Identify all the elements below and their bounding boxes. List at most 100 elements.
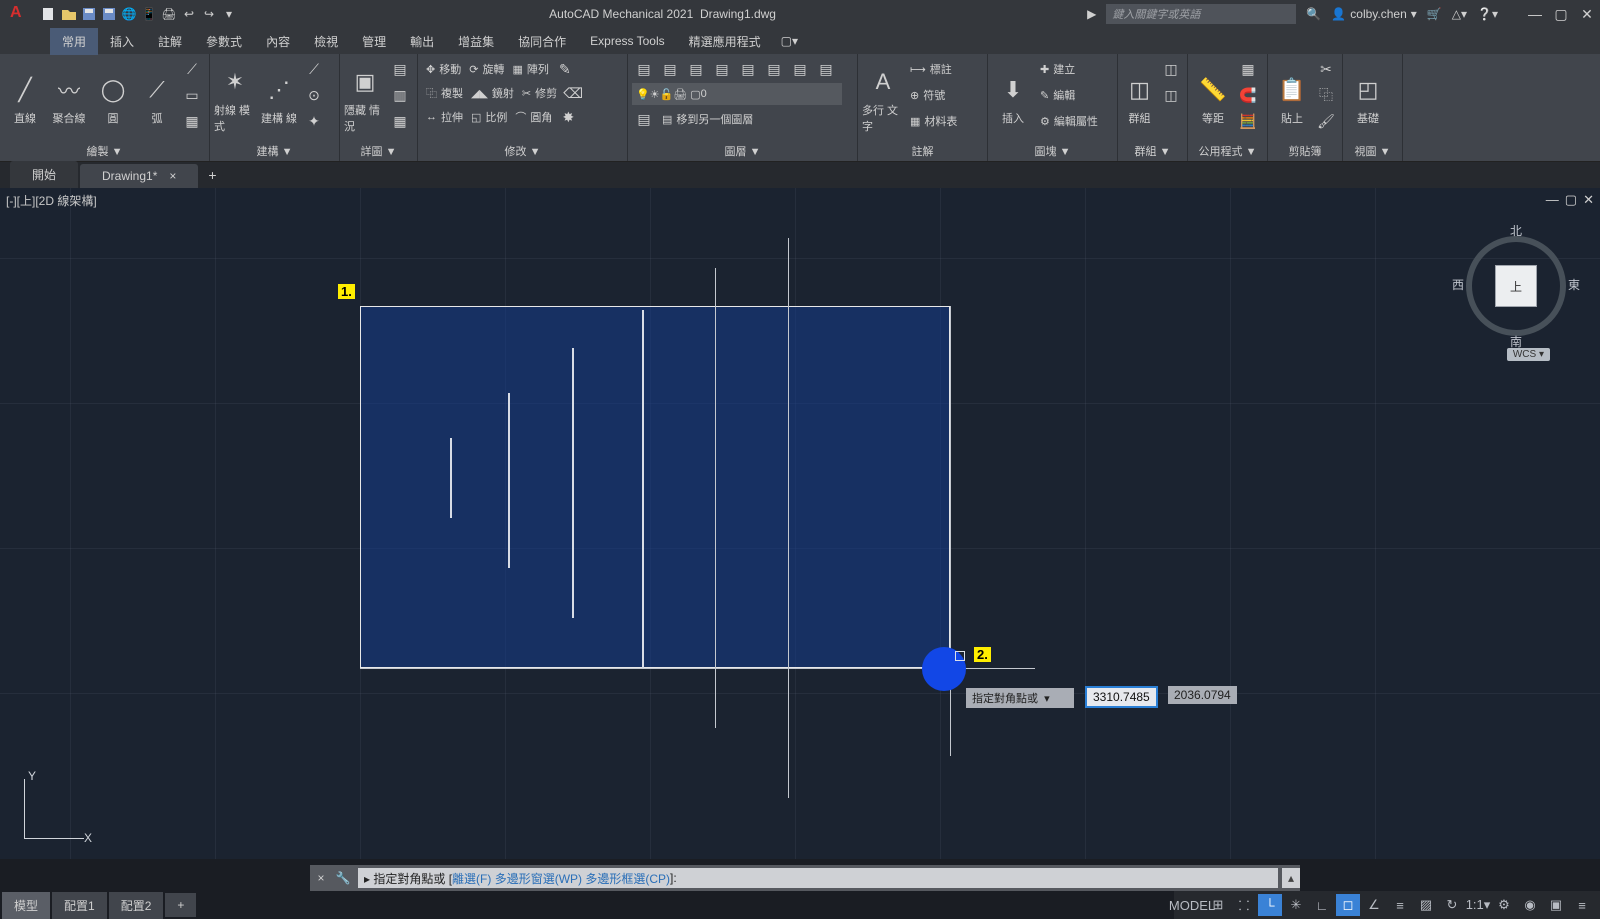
cmdline-close-icon[interactable]: ×: [310, 871, 332, 885]
view-max-icon[interactable]: ▢: [1565, 192, 1577, 208]
tab-model[interactable]: 模型: [2, 892, 50, 919]
ortho-icon[interactable]: └: [1258, 894, 1282, 916]
scale-button[interactable]: ◱ 比例: [467, 105, 511, 129]
panel-title-view[interactable]: 視圖 ▼: [1347, 143, 1398, 161]
panel-title-annotate[interactable]: 註解: [862, 143, 983, 161]
tab-featured[interactable]: 精選應用程式: [677, 28, 773, 55]
layer2-icon[interactable]: ▤: [658, 57, 682, 81]
viewcube-west[interactable]: 西: [1452, 276, 1464, 293]
rect-icon[interactable]: ▭: [180, 83, 204, 107]
cpoint-icon[interactable]: ⟋: [302, 57, 326, 81]
minimize-icon[interactable]: —: [1526, 6, 1544, 23]
ray-button[interactable]: ✶射線 模式: [214, 57, 256, 139]
paste-button[interactable]: 📋貼上: [1272, 57, 1312, 139]
ccircle-icon[interactable]: ⊙: [302, 83, 326, 107]
tab-insert[interactable]: 插入: [98, 28, 146, 55]
save-icon[interactable]: [80, 5, 98, 23]
tab-view[interactable]: 檢視: [302, 28, 350, 55]
util1-icon[interactable]: ▦: [1236, 57, 1260, 81]
drawing-canvas[interactable]: [-][上][2D 線架構] — ▢ ✕ 1. 2. 指定對角點或 ▾ 3310…: [0, 188, 1600, 859]
cmdline-expand-icon[interactable]: ▴: [1282, 868, 1300, 888]
panel-title-layer[interactable]: 圖層 ▼: [632, 143, 853, 161]
rotate-button[interactable]: ⟳ 旋轉: [465, 57, 508, 81]
share-indicator[interactable]: ▶: [1087, 7, 1096, 21]
layer7-icon[interactable]: ▤: [788, 57, 812, 81]
copy-button[interactable]: ⿻ 複製: [422, 81, 467, 105]
panel-title-modify[interactable]: 修改 ▼: [422, 143, 623, 161]
hatch-icon[interactable]: ▦: [180, 109, 204, 133]
coord-y-input[interactable]: 2036.0794: [1168, 686, 1237, 704]
moveto-layer-button[interactable]: ▤ 移到另一個圖層: [658, 107, 757, 131]
layer1-icon[interactable]: ▤: [632, 57, 656, 81]
edit-button[interactable]: ✎ 編輯: [1036, 83, 1106, 107]
view-min-icon[interactable]: —: [1546, 192, 1559, 208]
panel-title-detail[interactable]: 詳圖 ▼: [344, 143, 413, 161]
insert-button[interactable]: ⬇插入: [992, 57, 1034, 139]
panel-title-draw[interactable]: 繪製 ▼: [4, 143, 205, 161]
cut-icon[interactable]: ✂: [1314, 57, 1338, 81]
move-button[interactable]: ✥ 移動: [422, 57, 465, 81]
layer6-icon[interactable]: ▤: [762, 57, 786, 81]
user-icon[interactable]: 👤 colby.chen ▾: [1331, 7, 1416, 21]
layer5-icon[interactable]: ▤: [736, 57, 760, 81]
search-icon[interactable]: 🔍: [1306, 7, 1321, 21]
lwt-icon[interactable]: ≡: [1388, 894, 1412, 916]
viewcube-east[interactable]: 東: [1568, 276, 1580, 293]
trim-button[interactable]: ✂ 修剪: [518, 81, 561, 105]
snap-icon[interactable]: ⸬: [1232, 894, 1256, 916]
tab-layout2[interactable]: 配置2: [109, 892, 164, 919]
panel-title-clipboard[interactable]: 剪貼簿: [1272, 143, 1338, 161]
add-tab-button[interactable]: +: [200, 162, 222, 188]
viewport-controls[interactable]: [-][上][2D 線架構]: [6, 192, 97, 209]
close-tab-icon[interactable]: ×: [169, 169, 176, 183]
group-button[interactable]: ◫群組: [1122, 57, 1157, 139]
hide-button[interactable]: ▣隱藏 情況: [344, 57, 386, 139]
print-icon[interactable]: 🖨: [160, 5, 178, 23]
tab-parametric[interactable]: 參數式: [194, 28, 254, 55]
layer8-icon[interactable]: ▤: [814, 57, 838, 81]
annoscale-icon[interactable]: 1:1▾: [1466, 894, 1490, 916]
panel-title-group[interactable]: 群組 ▼: [1122, 143, 1183, 161]
mobile-icon[interactable]: 📱: [140, 5, 158, 23]
cart-icon[interactable]: 🛒: [1427, 7, 1442, 21]
powermod-icon[interactable]: ✎: [553, 57, 577, 81]
cproj-icon[interactable]: ✦: [302, 109, 326, 133]
erase-icon[interactable]: ⌫: [561, 81, 585, 105]
util2-icon[interactable]: 🧲: [1236, 83, 1260, 107]
command-line[interactable]: × 🔧 ▸ 指定對角點或 [ 離選(F) 多邊形窗選(WP) 多邊形框選(CP)…: [310, 865, 1300, 891]
add-layout-button[interactable]: +: [165, 893, 196, 917]
transparency-icon[interactable]: ▨: [1414, 894, 1438, 916]
polar-icon[interactable]: ✳: [1284, 894, 1308, 916]
new-icon[interactable]: [40, 5, 58, 23]
group1-icon[interactable]: ◫: [1159, 57, 1183, 81]
tab-layout1[interactable]: 配置1: [52, 892, 107, 919]
qat-menu-icon[interactable]: ▾: [220, 5, 238, 23]
copy-icon[interactable]: ⿻: [1314, 83, 1338, 107]
stretch-button[interactable]: ↔ 拉伸: [422, 105, 467, 129]
view-close-icon[interactable]: ✕: [1583, 192, 1594, 208]
attr-button[interactable]: ⚙ 編輯屬性: [1036, 109, 1106, 133]
coord-x-input[interactable]: 3310.7485: [1085, 686, 1158, 708]
line-button[interactable]: ╱直線: [4, 57, 46, 139]
tab-manage[interactable]: 管理: [350, 28, 398, 55]
cline-button[interactable]: ⋰建構 線: [258, 57, 300, 139]
mirror-button[interactable]: ◢◣ 鏡射: [467, 81, 518, 105]
tab-home[interactable]: 常用: [50, 28, 98, 55]
bom-button[interactable]: ▦ 材料表: [906, 109, 976, 133]
polyline-button[interactable]: 〰聚合線: [48, 57, 90, 139]
help-icon[interactable]: ❔▾: [1477, 7, 1498, 21]
redo-icon[interactable]: ↪: [200, 5, 218, 23]
create-button[interactable]: ✚ 建立: [1036, 57, 1106, 81]
detail3-icon[interactable]: ▦: [388, 109, 412, 133]
detail1-icon[interactable]: ▤: [388, 57, 412, 81]
layer4-icon[interactable]: ▤: [710, 57, 734, 81]
group2-icon[interactable]: ◫: [1159, 83, 1183, 107]
cycle-icon[interactable]: ↻: [1440, 894, 1464, 916]
saveas-icon[interactable]: [100, 5, 118, 23]
app-logo[interactable]: A: [10, 4, 30, 24]
tab-annotate[interactable]: 註解: [146, 28, 194, 55]
view-cube[interactable]: 上 北 南 西 東: [1456, 226, 1576, 346]
osnap-icon[interactable]: ◻: [1336, 894, 1360, 916]
tab-drawing1[interactable]: Drawing1*×: [80, 164, 198, 188]
maximize-icon[interactable]: ▢: [1552, 6, 1570, 23]
